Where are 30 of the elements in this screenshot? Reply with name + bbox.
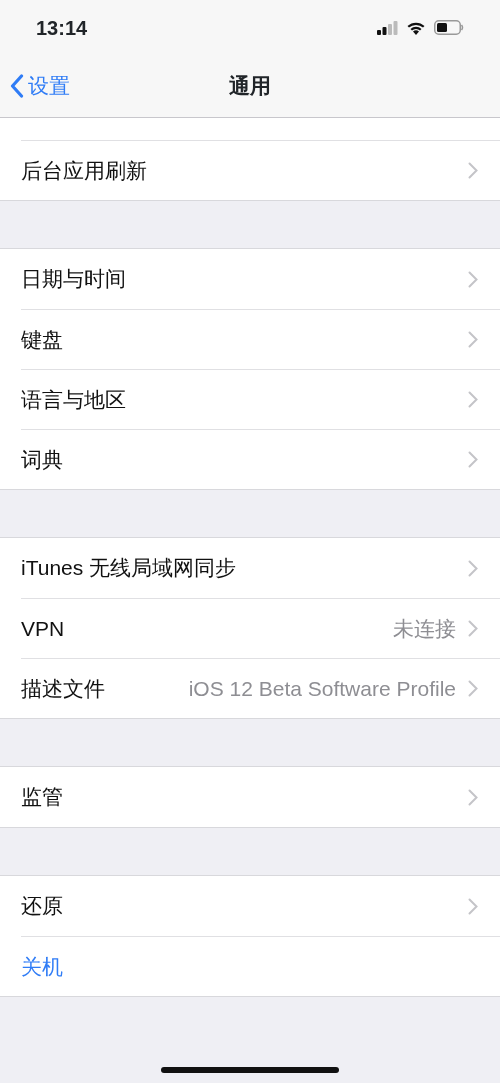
row-label[interactable]: 描述文件	[21, 672, 105, 705]
chevron-icon	[468, 331, 478, 348]
chevron-icon	[468, 680, 478, 697]
row-label[interactable]: 监管	[21, 781, 63, 813]
wifi-icon	[406, 20, 426, 35]
chevron-icon	[468, 162, 478, 179]
row-label[interactable]: 语言与地区	[21, 383, 126, 416]
chevron-icon	[468, 788, 478, 806]
row-label[interactable]: iTunes 无线局域网同步	[21, 552, 237, 584]
chevron-icon	[468, 559, 478, 577]
shutdown-link[interactable]: 关机	[21, 950, 63, 983]
row-value: iOS 12 Beta Software Profile	[188, 675, 456, 702]
row-label[interactable]: 还原	[21, 890, 63, 922]
chevron-icon	[468, 451, 478, 468]
row-label[interactable]: 词典	[21, 443, 63, 476]
row-label[interactable]: 键盘	[21, 323, 63, 356]
row-label[interactable]: 后台应用刷新	[21, 154, 147, 187]
back-button[interactable]: 设置	[0, 70, 70, 102]
row-label[interactable]: VPN	[21, 612, 65, 645]
row-value: 未连接	[393, 615, 456, 642]
nav-title: 通用	[229, 73, 271, 100]
status-time: 13:14	[36, 15, 88, 41]
signal-icon	[377, 20, 398, 35]
chevron-icon	[468, 270, 478, 288]
row-label[interactable]: 日期与时间	[21, 263, 126, 295]
chevron-icon	[468, 391, 478, 408]
battery-icon	[434, 20, 464, 35]
chevron-icon	[468, 897, 478, 915]
chevron-icon	[468, 620, 478, 637]
back-chevron-icon	[10, 74, 24, 98]
